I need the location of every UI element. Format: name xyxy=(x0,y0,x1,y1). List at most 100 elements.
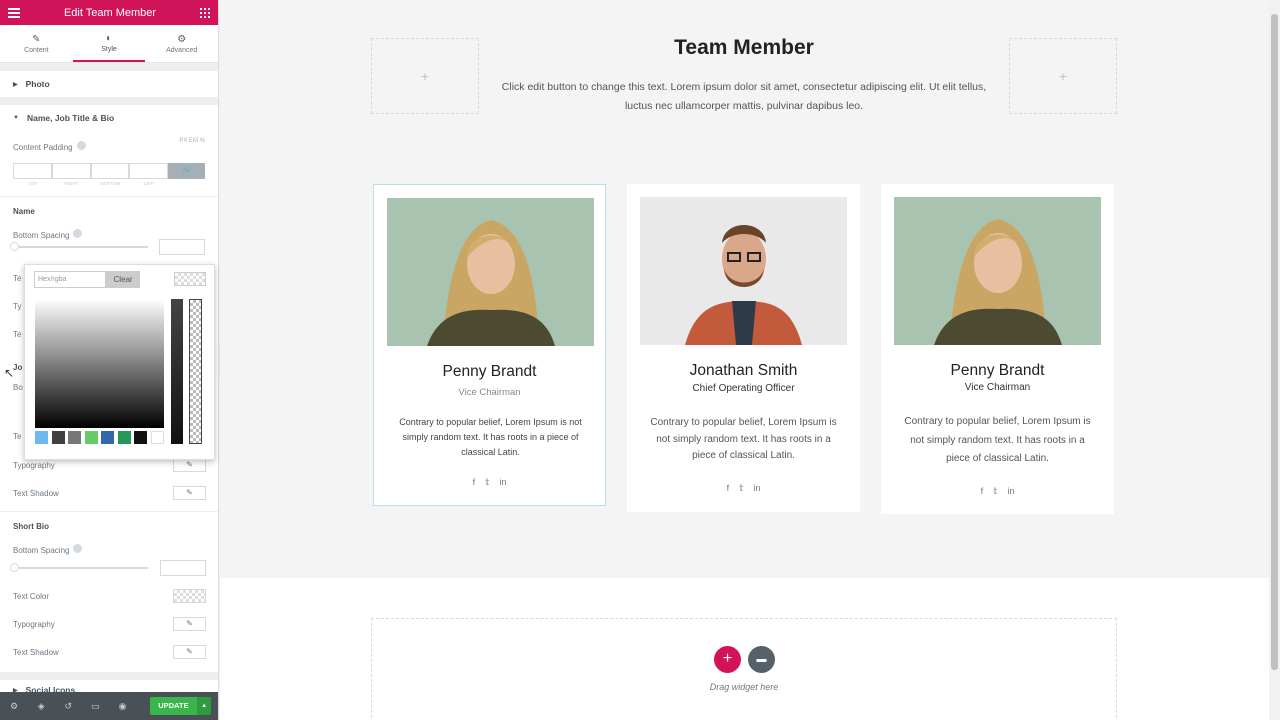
saturation-field[interactable] xyxy=(35,299,164,428)
edit-pencil-icon[interactable]: ✎ xyxy=(173,458,206,472)
team-member-card[interactable]: Penny Brandt Vice Chairman Contrary to p… xyxy=(373,184,606,506)
color-swatch-button[interactable] xyxy=(173,589,206,603)
section-label: Name, Job Title & Bio xyxy=(26,113,115,123)
section-label: Photo xyxy=(25,79,50,89)
social-links: f 𝕥 in xyxy=(627,483,860,494)
add-template-folder-icon[interactable]: ▬ xyxy=(748,646,775,673)
color-swatch[interactable] xyxy=(101,431,114,444)
section-name-job-bio[interactable]: ▼ Name, Job Title & Bio xyxy=(0,105,218,131)
color-swatch[interactable] xyxy=(118,431,131,444)
padding-bottom-input[interactable] xyxy=(90,163,130,179)
twitter-icon[interactable]: 𝕥 xyxy=(993,486,997,496)
current-color-preview xyxy=(174,272,206,286)
add-section-plus-icon[interactable]: + xyxy=(714,646,741,673)
member-bio: Contrary to popular belief, Lorem Ipsum … xyxy=(650,417,837,461)
color-swatch[interactable] xyxy=(134,431,147,444)
text-shadow-label-partial: Te xyxy=(13,330,22,339)
settings-icon[interactable]: ⚙ xyxy=(8,699,20,713)
twitter-icon[interactable]: 𝕥 xyxy=(485,477,489,487)
tab-style[interactable]: ◐ Style xyxy=(72,25,146,62)
padding-right-input[interactable] xyxy=(51,163,91,179)
tab-label: Style xyxy=(101,45,117,53)
tab-label: Advanced xyxy=(166,46,198,54)
responsive-globe-icon[interactable] xyxy=(73,544,83,554)
color-picker-popup: Hex/rgba Clear xyxy=(24,264,215,460)
hamburger-menu-icon[interactable] xyxy=(8,7,20,18)
control-label: Bottom Spacing xyxy=(13,546,70,555)
typography-label-partial: Ty xyxy=(13,302,22,311)
dim-label: RIGHT xyxy=(64,181,79,186)
bottom-spacing-label-partial: Bo xyxy=(13,383,23,392)
preview-eye-icon[interactable]: ◉ xyxy=(116,699,128,713)
spacing-number-input[interactable] xyxy=(159,239,205,255)
section-photo[interactable]: ▶ Photo xyxy=(0,71,218,97)
padding-top-input[interactable] xyxy=(13,163,52,179)
edit-pencil-icon[interactable]: ✎ xyxy=(173,617,206,631)
scrollbar-thumb[interactable] xyxy=(1271,14,1278,670)
team-member-card[interactable]: Jonathan Smith Chief Operating Officer C… xyxy=(627,184,860,512)
facebook-icon[interactable]: f xyxy=(981,486,984,496)
member-role: Vice Chairman xyxy=(964,382,1031,393)
member-photo xyxy=(387,198,594,346)
history-icon[interactable]: ↺ xyxy=(62,699,74,713)
update-options-caret-icon[interactable]: ▲ xyxy=(197,697,211,715)
dimension-inputs: 🔗 xyxy=(13,163,205,179)
contrast-icon: ◐ xyxy=(105,32,113,44)
tab-content[interactable]: ✎ Content xyxy=(0,25,73,62)
slider-handle[interactable] xyxy=(10,563,19,572)
bottom-spacing-slider[interactable] xyxy=(10,239,205,255)
bottom-spacing-control: Bottom Spacing xyxy=(0,225,218,240)
color-swatch[interactable] xyxy=(35,431,48,444)
gear-icon: ⚙ xyxy=(177,33,187,45)
clear-button[interactable]: Clear xyxy=(106,271,140,288)
padding-left-input[interactable] xyxy=(129,163,169,179)
unit-switcher[interactable]: PX EM % xyxy=(179,138,205,144)
facebook-icon[interactable]: f xyxy=(473,477,476,487)
typography-control: Typography ✎ xyxy=(0,610,218,638)
facebook-icon[interactable]: f xyxy=(727,483,730,493)
add-section-area: + ▬ Drag widget here xyxy=(220,578,1269,720)
edit-pencil-icon[interactable]: ✎ xyxy=(173,645,206,659)
linkedin-icon[interactable]: in xyxy=(1007,486,1014,496)
page-scrollbar[interactable] xyxy=(1269,0,1280,720)
bottom-spacing-slider[interactable] xyxy=(10,560,206,576)
navigator-layers-icon[interactable]: ◈ xyxy=(35,699,47,713)
slider-handle[interactable] xyxy=(10,242,19,251)
page-heading: Team Member xyxy=(674,36,814,59)
alpha-slider[interactable] xyxy=(189,299,202,444)
linkedin-icon[interactable]: in xyxy=(499,477,506,487)
responsive-globe-icon[interactable] xyxy=(73,229,83,239)
control-label: Content Padding xyxy=(13,143,73,152)
empty-column-add-icon[interactable]: + xyxy=(371,38,479,114)
tab-advanced[interactable]: ⚙ Advanced xyxy=(145,25,218,62)
tab-label: Content xyxy=(24,46,49,54)
job-title-heading-partial: Jo xyxy=(13,363,23,372)
widgets-grid-icon[interactable] xyxy=(199,7,210,18)
responsive-globe-icon[interactable] xyxy=(76,141,86,151)
color-swatch[interactable] xyxy=(85,431,98,444)
member-name: Jonathan Smith xyxy=(689,362,798,379)
team-member-card[interactable]: Penny Brandt Vice Chairman Contrary to p… xyxy=(881,184,1114,514)
drop-zone[interactable]: + ▬ Drag widget here xyxy=(371,618,1117,720)
color-swatch[interactable] xyxy=(68,431,81,444)
edit-pencil-icon[interactable]: ✎ xyxy=(173,486,206,500)
color-swatch[interactable] xyxy=(52,431,65,444)
text-color-label-partial: Te xyxy=(13,432,22,441)
caret-down-icon: ▼ xyxy=(13,115,19,121)
color-swatch[interactable] xyxy=(151,431,164,444)
member-name: Penny Brandt xyxy=(950,362,1045,379)
page-canvas: + + Team Member Click edit button to cha… xyxy=(220,0,1269,720)
hue-slider[interactable] xyxy=(171,299,183,444)
link-values-icon[interactable]: 🔗 xyxy=(168,163,205,179)
responsive-mode-icon[interactable]: ▭ xyxy=(89,699,101,713)
hex-input[interactable]: Hex/rgba xyxy=(34,271,106,288)
update-button[interactable]: UPDATE xyxy=(149,697,198,715)
dim-label: TOP xyxy=(27,181,38,186)
text-shadow-control: Text Shadow ✎ xyxy=(0,638,218,666)
empty-column-add-icon[interactable]: + xyxy=(1009,38,1117,114)
member-photo xyxy=(894,197,1101,345)
twitter-icon[interactable]: 𝕥 xyxy=(739,483,743,493)
spacing-number-input[interactable] xyxy=(160,560,206,576)
slider-track xyxy=(13,567,148,569)
linkedin-icon[interactable]: in xyxy=(753,483,760,493)
